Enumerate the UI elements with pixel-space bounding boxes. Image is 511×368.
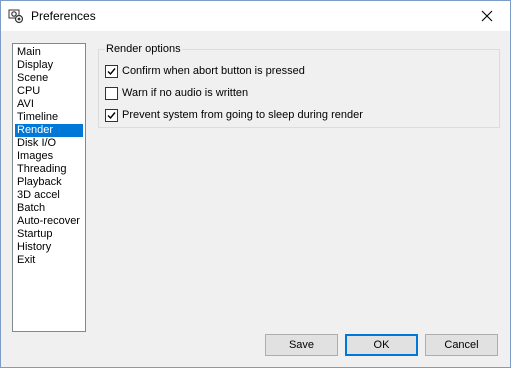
prevent-sleep-option[interactable]: Prevent system from going to sleep durin… bbox=[105, 108, 363, 122]
ok-button[interactable]: OK bbox=[345, 334, 418, 356]
render-options-label: Render options bbox=[105, 43, 182, 56]
confirm-abort-label: Confirm when abort button is pressed bbox=[122, 64, 305, 77]
prevent-sleep-label: Prevent system from going to sleep durin… bbox=[122, 108, 363, 121]
confirm-abort-checkbox[interactable] bbox=[105, 64, 118, 78]
sidebar-item[interactable]: Startup bbox=[15, 228, 83, 241]
sidebar-item[interactable]: 3D accel bbox=[15, 189, 83, 202]
warn-no-audio-checkbox[interactable] bbox=[105, 86, 118, 100]
window-title: Preferences bbox=[31, 9, 96, 23]
sidebar-item[interactable]: CPU bbox=[15, 85, 83, 98]
sidebar-item[interactable]: Playback bbox=[15, 176, 83, 189]
preferences-window: Preferences Main Display Scene CPU AVI Timeli… bbox=[0, 0, 511, 368]
category-list[interactable]: Main Display Scene CPU AVI Timeline Render Disk… bbox=[12, 43, 86, 332]
save-button[interactable]: Save bbox=[265, 334, 338, 356]
sidebar-item[interactable]: Images bbox=[15, 150, 83, 163]
warn-no-audio-label: Warn if no audio is written bbox=[122, 86, 249, 99]
sidebar-item[interactable]: Display bbox=[15, 59, 83, 72]
sidebar-item[interactable]: Disk I/O bbox=[15, 137, 83, 150]
gear-icon bbox=[8, 8, 24, 24]
sidebar-item[interactable]: History bbox=[15, 241, 83, 254]
checkmark-icon bbox=[107, 111, 116, 119]
sidebar-item[interactable]: AVI bbox=[15, 98, 83, 111]
sidebar-item[interactable]: Scene bbox=[15, 72, 83, 85]
sidebar-item[interactable]: Batch bbox=[15, 202, 83, 215]
prevent-sleep-checkbox[interactable] bbox=[105, 108, 118, 122]
warn-no-audio-option[interactable]: Warn if no audio is written bbox=[105, 86, 248, 100]
checkmark-icon bbox=[107, 67, 116, 75]
sidebar-item[interactable]: Exit bbox=[15, 254, 83, 267]
sidebar-item[interactable]: Render bbox=[15, 124, 83, 137]
cancel-button[interactable]: Cancel bbox=[425, 334, 498, 356]
close-button[interactable] bbox=[464, 1, 510, 31]
sidebar-item[interactable]: Threading bbox=[15, 163, 83, 176]
close-icon bbox=[481, 10, 493, 22]
sidebar-item[interactable]: Auto-recover bbox=[15, 215, 83, 228]
sidebar-item[interactable]: Timeline bbox=[15, 111, 83, 124]
sidebar-item[interactable]: Main bbox=[15, 46, 83, 59]
title-bar: Preferences bbox=[1, 1, 510, 31]
confirm-abort-option[interactable]: Confirm when abort button is pressed bbox=[105, 64, 305, 78]
